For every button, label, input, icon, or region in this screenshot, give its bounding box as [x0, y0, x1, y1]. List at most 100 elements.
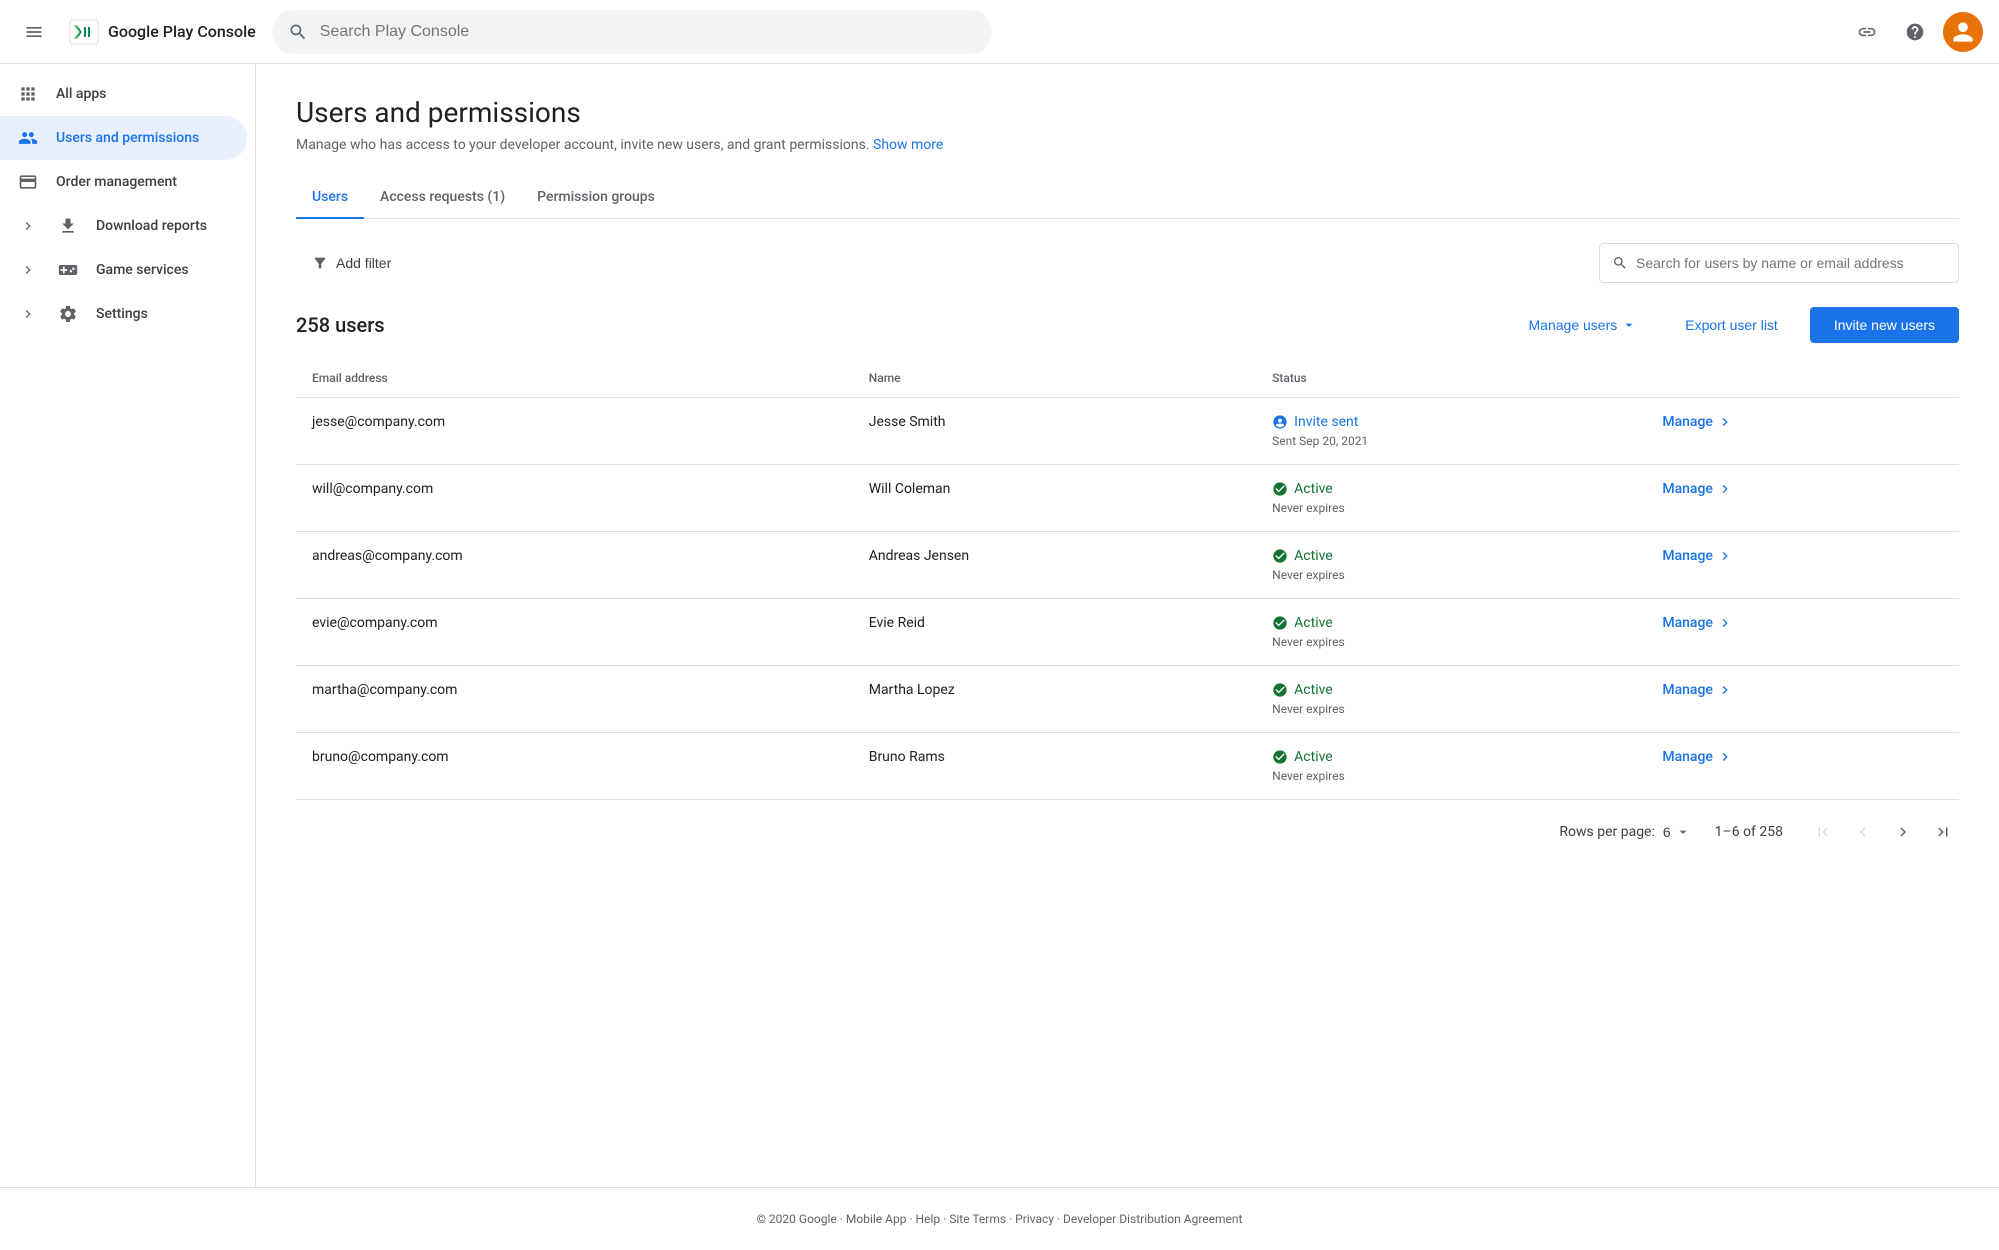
pagination-info: 1–6 of 258	[1715, 824, 1783, 840]
export-user-list-button[interactable]: Export user list	[1669, 309, 1794, 341]
download-icon	[56, 216, 80, 236]
cell-manage: Manage	[1646, 532, 1959, 599]
sidebar-label-users-permissions: Users and permissions	[56, 130, 199, 146]
link-button[interactable]	[1847, 12, 1887, 52]
table-row: bruno@company.com Bruno Rams Active Neve…	[296, 733, 1959, 800]
footer-link-dda[interactable]: Developer Distribution Agreement	[1063, 1212, 1242, 1226]
global-search-input[interactable]	[320, 23, 976, 41]
manage-link[interactable]: Manage	[1662, 749, 1943, 765]
first-page-button[interactable]	[1807, 816, 1839, 848]
chevron-right-icon	[16, 218, 40, 234]
last-page-button[interactable]	[1927, 816, 1959, 848]
help-button[interactable]	[1895, 12, 1935, 52]
cell-email: will@company.com	[296, 465, 853, 532]
status-sub: Sent Sep 20, 2021	[1272, 434, 1630, 448]
footer-link-privacy[interactable]: Privacy	[1015, 1212, 1054, 1226]
footer-link-mobile[interactable]: Mobile App	[846, 1212, 907, 1226]
status-sub: Never expires	[1272, 568, 1630, 582]
col-email: Email address	[296, 359, 853, 398]
search-users-input[interactable]	[1636, 255, 1946, 271]
sidebar-item-users-permissions[interactable]: Users and permissions	[0, 116, 247, 160]
sidebar-label-all-apps: All apps	[56, 86, 106, 102]
cell-status: Active Never expires	[1256, 666, 1646, 733]
cell-email: bruno@company.com	[296, 733, 853, 800]
manage-link[interactable]: Manage	[1662, 481, 1943, 497]
cell-name: Jesse Smith	[853, 398, 1256, 465]
table-row: jesse@company.com Jesse Smith Invite sen…	[296, 398, 1959, 465]
hamburger-button[interactable]	[16, 14, 52, 50]
cell-name: Martha Lopez	[853, 666, 1256, 733]
top-bar: Google Play Console	[0, 0, 1999, 64]
users-header-row: 258 users Manage users Export user list …	[296, 307, 1959, 343]
credit-card-icon	[16, 172, 40, 192]
footer: © 2020 Google · Mobile App · Help · Site…	[0, 1187, 1999, 1250]
cell-manage: Manage	[1646, 465, 1959, 532]
status-label: Active	[1294, 548, 1333, 564]
invite-new-users-button[interactable]: Invite new users	[1810, 307, 1959, 343]
status-label: Active	[1294, 682, 1333, 698]
sidebar-item-download-reports[interactable]: Download reports	[0, 204, 247, 248]
col-name: Name	[853, 359, 1256, 398]
manage-link[interactable]: Manage	[1662, 682, 1943, 698]
cell-name: Bruno Rams	[853, 733, 1256, 800]
page-subtitle: Manage who has access to your developer …	[296, 137, 1959, 153]
footer-copyright: © 2020 Google	[757, 1212, 837, 1226]
manage-link[interactable]: Manage	[1662, 414, 1943, 430]
rows-per-page-select[interactable]: 6	[1663, 824, 1691, 840]
tab-users[interactable]: Users	[296, 177, 364, 219]
add-filter-button[interactable]: Add filter	[296, 247, 407, 279]
status-sub: Never expires	[1272, 702, 1630, 716]
show-more-link[interactable]: Show more	[873, 137, 943, 153]
status-sub: Never expires	[1272, 501, 1630, 515]
main-content: Users and permissions Manage who has acc…	[256, 64, 1999, 1187]
cell-status: Active Never expires	[1256, 733, 1646, 800]
cell-name: Andreas Jensen	[853, 532, 1256, 599]
cell-manage: Manage	[1646, 666, 1959, 733]
status-label: Active	[1294, 749, 1333, 765]
grid-icon	[16, 84, 40, 104]
cell-status: Active Never expires	[1256, 465, 1646, 532]
cell-status: Active Never expires	[1256, 599, 1646, 666]
sidebar-label-game-services: Game services	[96, 262, 189, 278]
rows-per-page-label: Rows per page:	[1559, 824, 1654, 840]
cell-name: Evie Reid	[853, 599, 1256, 666]
footer-link-terms[interactable]: Site Terms	[949, 1212, 1006, 1226]
sidebar: All apps Users and permissions Order	[0, 64, 256, 1187]
sidebar-item-settings[interactable]: Settings	[0, 292, 247, 336]
logo-text: Google Play Console	[108, 22, 256, 41]
manage-link[interactable]: Manage	[1662, 615, 1943, 631]
status-label: Active	[1294, 481, 1333, 497]
users-icon	[16, 128, 40, 148]
chevron-right-icon-settings	[16, 306, 40, 322]
search-users-bar	[1599, 243, 1959, 283]
logo-link[interactable]: Google Play Console	[68, 16, 256, 48]
cell-status: Active Never expires	[1256, 532, 1646, 599]
manage-link[interactable]: Manage	[1662, 548, 1943, 564]
tabs-container: Users Access requests (1) Permission gro…	[296, 177, 1959, 219]
sidebar-item-order-management[interactable]: Order management	[0, 160, 247, 204]
rows-per-page-value: 6	[1663, 824, 1671, 840]
table-row: evie@company.com Evie Reid Active Never …	[296, 599, 1959, 666]
footer-link-help[interactable]: Help	[916, 1212, 941, 1226]
subtitle-text: Manage who has access to your developer …	[296, 137, 870, 153]
tab-permission-groups[interactable]: Permission groups	[521, 177, 671, 219]
users-count: 258 users	[296, 313, 385, 337]
col-actions	[1646, 359, 1959, 398]
status-label: Invite sent	[1294, 414, 1358, 430]
status-label: Active	[1294, 615, 1333, 631]
top-bar-actions	[1847, 12, 1983, 52]
sidebar-item-all-apps[interactable]: All apps	[0, 72, 247, 116]
pagination-row: Rows per page: 6 1–6 of 258	[296, 800, 1959, 864]
manage-users-button[interactable]: Manage users	[1513, 309, 1654, 341]
users-table: Email address Name Status jesse@company.…	[296, 359, 1959, 800]
users-actions: Manage users Export user list Invite new…	[1513, 307, 1959, 343]
sidebar-label-settings: Settings	[96, 306, 148, 322]
cell-email: jesse@company.com	[296, 398, 853, 465]
global-search-bar	[272, 10, 992, 54]
avatar-button[interactable]	[1943, 12, 1983, 52]
prev-page-button[interactable]	[1847, 816, 1879, 848]
tab-access-requests[interactable]: Access requests (1)	[364, 177, 521, 219]
sidebar-item-game-services[interactable]: Game services	[0, 248, 247, 292]
cell-manage: Manage	[1646, 398, 1959, 465]
next-page-button[interactable]	[1887, 816, 1919, 848]
